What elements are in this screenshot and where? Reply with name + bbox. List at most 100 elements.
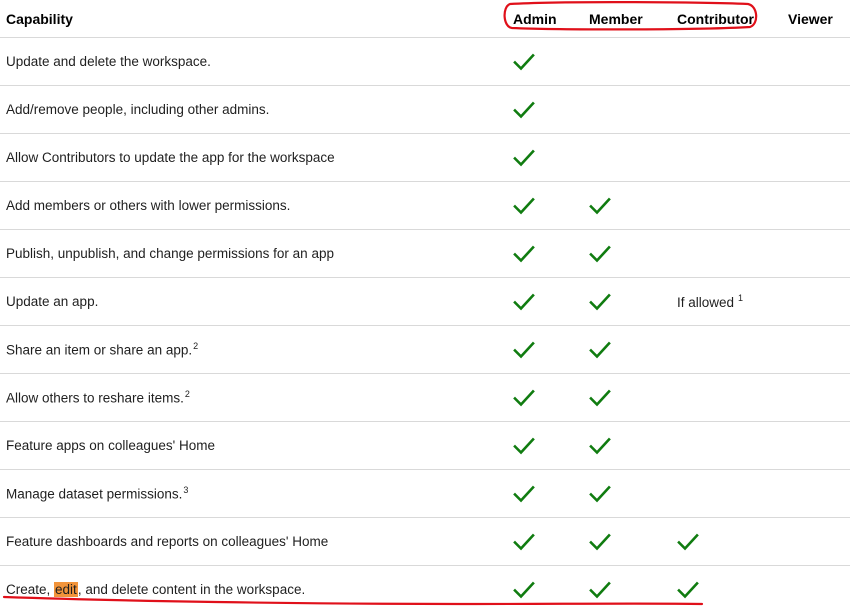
member-cell [578,229,656,278]
admin-cell [504,229,578,278]
capability-text: Update an app. [6,294,99,309]
capability-text: Update and delete the workspace. [6,54,211,69]
capability-cell: Add members or others with lower permiss… [0,181,504,230]
admin-cell [504,277,578,326]
checkmark-icon [513,245,535,263]
column-header-contributor: Contributor [656,0,756,38]
capability-cell: Share an item or share an app.2 [0,325,504,374]
capability-text: Feature apps on colleagues' Home [6,438,215,453]
viewer-cell [756,566,850,609]
checkmark-icon [513,53,535,71]
admin-cell [504,37,578,86]
viewer-cell [756,85,850,134]
capability-text: Feature dashboards and reports on collea… [6,534,329,549]
table-body: Update and delete the workspace. Add/remo… [0,37,850,609]
admin-cell [504,517,578,566]
contributor-cell: If allowed 1 [656,277,756,326]
checkmark-icon [513,101,535,119]
member-cell [578,517,656,566]
checkmark-icon [677,581,699,599]
viewer-cell [756,517,850,566]
admin-cell [504,421,578,470]
capability-cell: Create, edit, and delete content in the … [0,566,504,609]
member-cell [578,181,656,230]
member-cell [578,85,656,134]
checkmark-icon [589,533,611,551]
contributor-cell [656,229,756,278]
table-row: Publish, unpublish, and change permissio… [0,229,850,278]
checkmark-icon [513,533,535,551]
column-header-viewer: Viewer [756,0,850,38]
capability-text: Create, [6,582,55,597]
capability-text: Manage dataset permissions. [6,486,183,502]
checkmark-icon [589,245,611,263]
contributor-note: If allowed 1 [677,293,744,310]
member-cell [578,469,656,518]
admin-cell [504,566,578,609]
admin-cell [504,85,578,134]
checkmark-icon [589,341,611,359]
member-cell [578,37,656,86]
viewer-cell [756,373,850,422]
checkmark-icon [513,197,535,215]
footnote-marker: 3 [183,485,189,496]
capability-text: Add/remove people, including other admin… [6,102,270,117]
viewer-cell [756,421,850,470]
checkmark-icon [589,197,611,215]
table-row: Add members or others with lower permiss… [0,181,850,230]
contributor-cell [656,373,756,422]
admin-cell [504,181,578,230]
contributor-cell [656,566,756,609]
checkmark-icon [589,485,611,503]
contributor-cell [656,181,756,230]
capability-cell: Publish, unpublish, and change permissio… [0,229,504,278]
contributor-cell [656,133,756,182]
contributor-cell [656,37,756,86]
checkmark-icon [589,581,611,599]
member-cell [578,277,656,326]
footnote-marker: 2 [193,341,199,352]
capability-text: Add members or others with lower permiss… [6,198,291,213]
member-cell [578,566,656,609]
capability-cell: Feature dashboards and reports on collea… [0,517,504,566]
member-cell [578,133,656,182]
admin-cell [504,373,578,422]
capability-cell: Update an app. [0,277,504,326]
checkmark-icon [513,293,535,311]
capability-cell: Allow Contributors to update the app for… [0,133,504,182]
workspace-roles-table: Capability Admin Member Contributor View… [0,0,850,609]
viewer-cell [756,37,850,86]
table-row: Update and delete the workspace. [0,37,850,86]
capability-cell: Manage dataset permissions.3 [0,469,504,518]
viewer-cell [756,277,850,326]
checkmark-icon [677,533,699,551]
checkmark-icon [513,437,535,455]
capability-cell: Add/remove people, including other admin… [0,85,504,134]
viewer-cell [756,469,850,518]
viewer-cell [756,325,850,374]
table-header: Capability Admin Member Contributor View… [0,0,850,38]
capability-cell: Update and delete the workspace. [0,37,504,86]
table-row: Add/remove people, including other admin… [0,85,850,134]
viewer-cell [756,229,850,278]
member-cell [578,373,656,422]
highlighted-word: edit [54,582,78,597]
table-row: Create, edit, and delete content in the … [0,566,850,609]
admin-cell [504,469,578,518]
capability-text: Allow Contributors to update the app for… [6,150,335,165]
checkmark-icon [589,389,611,407]
table-row: Feature apps on colleagues' Home [0,421,850,470]
checkmark-icon [513,389,535,407]
capability-cell: Feature apps on colleagues' Home [0,421,504,470]
table-row: Feature dashboards and reports on collea… [0,517,850,566]
footnote-marker: 1 [738,293,744,304]
checkmark-icon [513,485,535,503]
capability-text: Publish, unpublish, and change permissio… [6,246,334,261]
header-row: Capability Admin Member Contributor View… [0,0,850,38]
admin-cell [504,133,578,182]
table-row: Manage dataset permissions.3 [0,469,850,518]
checkmark-icon [589,293,611,311]
capability-text: , and delete content in the workspace. [77,582,306,597]
column-header-capability: Capability [0,0,504,38]
contributor-cell [656,85,756,134]
